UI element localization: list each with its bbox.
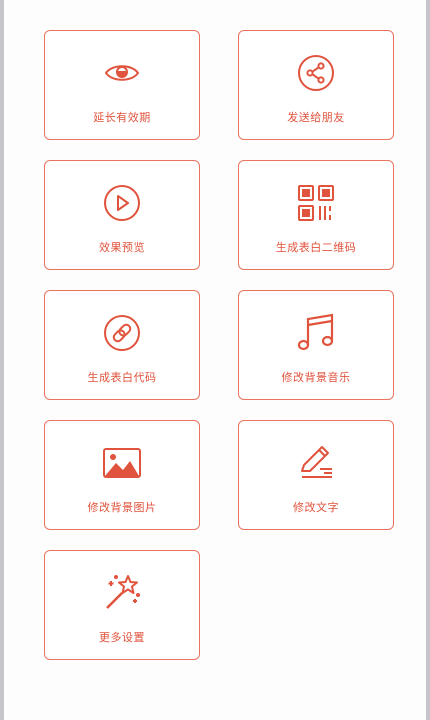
change-background-image-label: 修改背景图片	[87, 501, 157, 514]
send-to-friend-label: 发送给朋友	[287, 111, 345, 124]
generate-code-label: 生成表白代码	[87, 371, 157, 384]
extend-validity-label: 延长有效期	[93, 111, 151, 124]
action-grid: 延长有效期 发送给朋友 效果预览 生成表白二维码 生成表白代码 修改背景音乐 修…	[44, 30, 394, 660]
generate-qr-code-label: 生成表白二维码	[275, 241, 357, 254]
more-settings-label: 更多设置	[99, 631, 145, 644]
image-icon	[100, 441, 144, 485]
preview-effect-label: 效果预览	[99, 241, 145, 254]
generate-code-button[interactable]: 生成表白代码	[44, 290, 200, 400]
edit-text-icon	[294, 441, 338, 485]
extend-validity-button[interactable]: 延长有效期	[44, 30, 200, 140]
edit-text-button[interactable]: 修改文字	[238, 420, 394, 530]
change-music-button[interactable]: 修改背景音乐	[238, 290, 394, 400]
link-icon	[100, 311, 144, 355]
preview-effect-button[interactable]: 效果预览	[44, 160, 200, 270]
send-to-friend-button[interactable]: 发送给朋友	[238, 30, 394, 140]
change-background-image-button[interactable]: 修改背景图片	[44, 420, 200, 530]
edit-text-label: 修改文字	[293, 501, 339, 514]
window-frame: 延长有效期 发送给朋友 效果预览 生成表白二维码 生成表白代码 修改背景音乐 修…	[0, 0, 430, 720]
more-settings-button[interactable]: 更多设置	[44, 550, 200, 660]
change-music-label: 修改背景音乐	[281, 371, 351, 384]
generate-qr-code-button[interactable]: 生成表白二维码	[238, 160, 394, 270]
magic-wand-icon	[100, 571, 144, 615]
play-icon	[100, 181, 144, 225]
eye-icon	[100, 51, 144, 95]
qr-code-icon	[294, 181, 338, 225]
share-icon	[294, 51, 338, 95]
music-icon	[294, 311, 338, 355]
